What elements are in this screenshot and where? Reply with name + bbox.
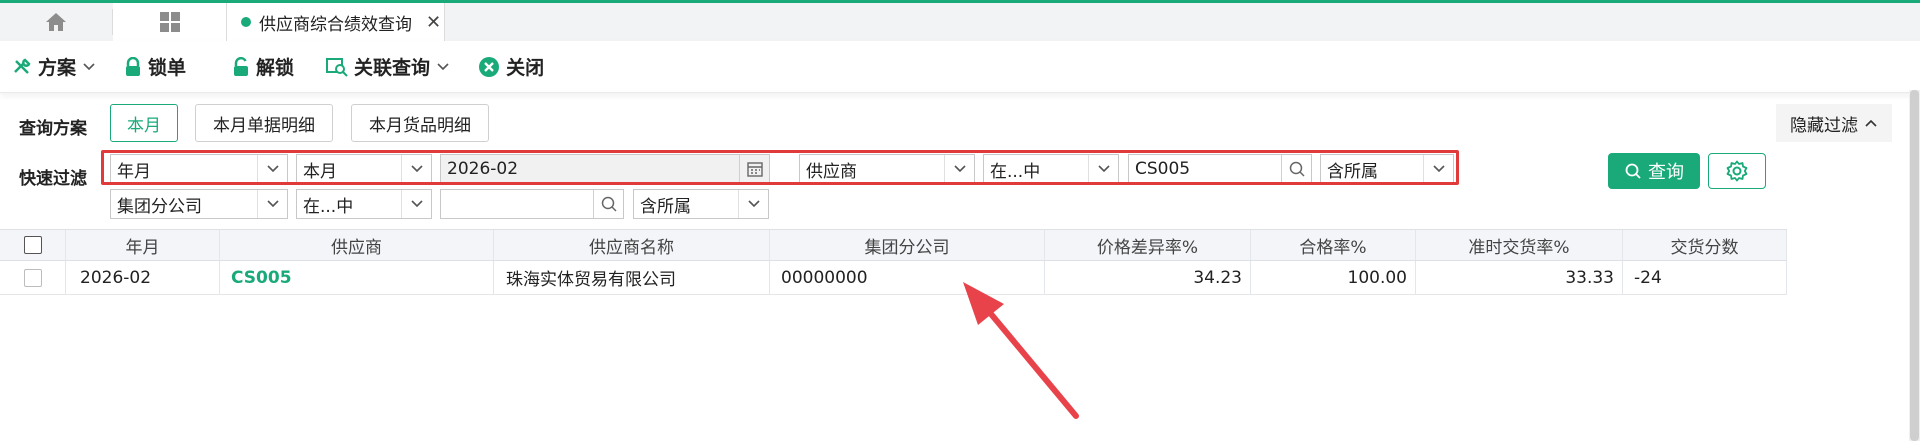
unlock-label: 解锁 — [256, 57, 295, 79]
tab-status-dot — [241, 17, 251, 27]
cell-pass-rate: 100.00 — [1251, 261, 1416, 294]
chevron-down-icon — [1088, 155, 1118, 183]
chevron-down-icon — [1423, 155, 1453, 183]
tab-supplier-performance[interactable]: 供应商综合绩效查询 ✕ — [227, 3, 445, 41]
home-tab[interactable] — [0, 3, 112, 41]
chevron-up-icon — [1865, 119, 1877, 127]
header-delivery-score[interactable]: 交货分数 — [1623, 230, 1787, 260]
hide-filter-label: 隐藏过滤 — [1790, 115, 1858, 136]
quick-filter-label: 快速过滤 — [19, 169, 87, 189]
tools-icon — [14, 57, 31, 74]
apps-tab[interactable] — [113, 3, 227, 41]
grid-header: 年月 供应商 供应商名称 集团分公司 价格差异率% 合格率% 准时交货率% 交货… — [0, 229, 1787, 261]
settings-button[interactable] — [1708, 153, 1766, 189]
scheme-chip-this-month[interactable]: 本月 — [110, 104, 178, 142]
cell-on-time-rate: 33.33 — [1416, 261, 1623, 294]
supplier-value-input[interactable]: CS005 — [1128, 154, 1312, 184]
scrollbar-thumb[interactable] — [1910, 90, 1919, 441]
query-button[interactable]: 查询 — [1608, 153, 1700, 189]
lock-button[interactable]: 锁单 — [118, 47, 192, 87]
chevron-down-icon — [437, 62, 449, 70]
search-document-icon — [326, 57, 348, 77]
tab-label: 供应商综合绩效查询 — [259, 14, 412, 35]
row-checkbox[interactable] — [23, 268, 42, 287]
scheme-button[interactable]: 方案 — [6, 47, 108, 87]
header-pass-rate[interactable]: 合格率% — [1251, 230, 1416, 260]
filter-field-select-1[interactable]: 年月 — [110, 154, 288, 184]
chevron-down-icon — [83, 62, 95, 70]
lock-icon — [126, 56, 141, 76]
chevron-down-icon — [257, 190, 287, 218]
cell-supplier-name: 珠海实体贸易有限公司 — [494, 261, 770, 294]
table-row[interactable]: 2026-02 CS005 珠海实体贸易有限公司 00000000 34.23 … — [0, 261, 1787, 295]
scheme-chip-doc-detail[interactable]: 本月单据明细 — [195, 104, 333, 142]
toolbar: 方案 锁单 解锁 关联查询 关闭 — [0, 41, 1920, 93]
cell-branch: 00000000 — [770, 261, 1045, 294]
row-select-cell[interactable] — [0, 261, 66, 294]
unlock-icon — [234, 56, 249, 76]
cell-year-month: 2026-02 — [66, 261, 220, 294]
scope-select-2[interactable]: 含所属 — [633, 189, 769, 219]
cell-delivery-score: -24 — [1623, 261, 1787, 294]
hide-filter-button[interactable]: 隐藏过滤 — [1776, 104, 1892, 142]
filter-operator-select-2[interactable]: 在...中 — [983, 154, 1119, 184]
query-label: 查询 — [1648, 162, 1684, 183]
chevron-down-icon — [738, 190, 768, 218]
search-icon — [1625, 163, 1641, 179]
close-circle-icon — [479, 56, 500, 77]
filter-operator-select-1[interactable]: 本月 — [296, 154, 432, 184]
header-select-all[interactable] — [0, 230, 66, 260]
tab-bar: 供应商综合绩效查询 ✕ — [0, 3, 1920, 41]
scheme-chip-goods-detail[interactable]: 本月货品明细 — [351, 104, 489, 142]
lock-label: 锁单 — [148, 57, 187, 79]
scheme-label: 方案 — [38, 57, 77, 79]
header-supplier-name[interactable]: 供应商名称 — [494, 230, 770, 260]
header-branch[interactable]: 集团分公司 — [770, 230, 1045, 260]
filter-field-select-2[interactable]: 供应商 — [799, 154, 975, 184]
filter-operator-select-3[interactable]: 在...中 — [296, 189, 432, 219]
related-query-button[interactable]: 关联查询 — [320, 47, 462, 87]
cell-price-diff: 34.23 — [1045, 261, 1251, 294]
close-button[interactable]: 关闭 — [472, 47, 550, 87]
header-on-time-rate[interactable]: 准时交货率% — [1416, 230, 1623, 260]
unlock-button[interactable]: 解锁 — [226, 47, 300, 87]
home-icon — [46, 13, 66, 31]
scope-select-1[interactable]: 含所属 — [1320, 154, 1454, 184]
branch-value-input[interactable] — [440, 189, 624, 219]
close-label: 关闭 — [506, 57, 545, 79]
related-query-label: 关联查询 — [354, 57, 431, 79]
select-all-checkbox[interactable] — [23, 236, 42, 254]
chevron-down-icon — [401, 155, 431, 183]
gear-icon — [1726, 160, 1748, 182]
vertical-scrollbar[interactable] — [1909, 90, 1920, 441]
grid-icon — [159, 12, 180, 32]
chevron-down-icon — [401, 190, 431, 218]
cell-supplier-link[interactable]: CS005 — [220, 261, 494, 294]
calendar-icon[interactable] — [739, 155, 769, 183]
search-icon[interactable] — [1281, 155, 1311, 183]
chevron-down-icon — [944, 155, 974, 183]
close-tab-icon[interactable]: ✕ — [426, 12, 441, 33]
query-scheme-label: 查询方案 — [19, 119, 87, 139]
header-price-diff[interactable]: 价格差异率% — [1045, 230, 1251, 260]
chevron-down-icon — [257, 155, 287, 183]
month-date-input[interactable]: 2026-02 — [440, 154, 770, 184]
header-supplier[interactable]: 供应商 — [220, 230, 494, 260]
search-icon[interactable] — [593, 190, 623, 218]
filter-field-select-3[interactable]: 集团分公司 — [110, 189, 288, 219]
header-year-month[interactable]: 年月 — [66, 230, 220, 260]
